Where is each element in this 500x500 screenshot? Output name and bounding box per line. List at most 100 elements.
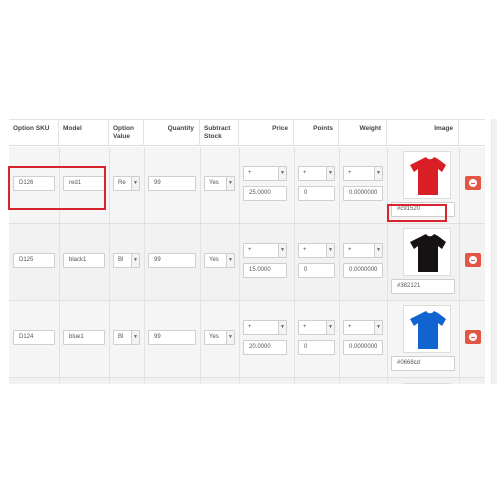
column-divider [239, 378, 240, 384]
header-action [459, 120, 485, 146]
column-divider [459, 378, 460, 384]
points-prefix-select[interactable]: + ▼ [298, 166, 335, 181]
weight-prefix-select[interactable]: + ▼ [343, 243, 383, 258]
price-input[interactable]: 20.0000 [243, 340, 287, 355]
header-price: Price [239, 120, 294, 146]
product-image-thumbnail[interactable] [403, 228, 451, 276]
column-divider [239, 301, 240, 377]
chevron-down-icon: ▼ [326, 321, 334, 334]
weight-input[interactable]: 0.0000000 [343, 340, 383, 355]
price-prefix-selected: + [248, 324, 252, 330]
column-divider [339, 147, 340, 223]
option-sku-input[interactable]: D126 [13, 176, 55, 191]
minus-circle-icon [469, 179, 477, 187]
column-divider [59, 378, 60, 384]
column-divider [109, 147, 110, 223]
subtract-stock-select[interactable]: Yes ▼ [204, 330, 235, 345]
table-row [9, 378, 485, 384]
points-prefix-selected: + [303, 247, 307, 253]
vertical-scrollbar[interactable] [491, 119, 497, 384]
header-image: Image [387, 120, 459, 146]
product-options-table: Option SKU Model Option Value Quantity S… [9, 119, 485, 384]
header-option-value: Option Value [109, 120, 144, 146]
model-input[interactable]: red1 [63, 176, 105, 191]
points-prefix-select[interactable]: + ▼ [298, 320, 335, 335]
minus-circle-icon [469, 333, 477, 341]
column-divider [387, 224, 388, 300]
chevron-down-icon: ▼ [374, 244, 382, 257]
price-prefix-select[interactable]: + ▼ [243, 166, 287, 181]
column-divider [109, 301, 110, 377]
option-value-select[interactable]: Bl ▼ [113, 330, 140, 345]
header-weight: Weight [339, 120, 387, 146]
tshirt-shape [410, 157, 446, 195]
column-divider [200, 147, 201, 223]
product-image-thumbnail[interactable] [403, 383, 451, 384]
column-divider [339, 378, 340, 384]
product-image-thumbnail[interactable] [403, 151, 451, 199]
points-prefix-select[interactable]: + ▼ [298, 243, 335, 258]
column-divider [459, 147, 460, 223]
quantity-input[interactable]: 99 [148, 330, 196, 345]
weight-prefix-select[interactable]: + ▼ [343, 166, 383, 181]
chevron-down-icon: ▼ [374, 167, 382, 180]
color-code-input[interactable]: #c91520 [391, 202, 455, 217]
remove-option-button[interactable] [465, 176, 481, 190]
column-divider [144, 147, 145, 223]
header-subtract-stock-line2: Stock [204, 133, 222, 140]
column-divider [459, 224, 460, 300]
points-input[interactable]: 0 [298, 186, 335, 201]
header-quantity: Quantity [144, 120, 200, 146]
color-code-input[interactable]: #382121 [391, 279, 455, 294]
points-input[interactable]: 0 [298, 340, 335, 355]
column-divider [144, 378, 145, 384]
subtract-stock-selected: Yes [209, 334, 219, 340]
price-prefix-select[interactable]: + ▼ [243, 320, 287, 335]
price-input[interactable]: 15.0000 [243, 263, 287, 278]
tshirt-shape [410, 234, 446, 272]
option-value-select[interactable]: Re ▼ [113, 176, 140, 191]
column-divider [387, 147, 388, 223]
option-sku-input[interactable]: D124 [13, 330, 55, 345]
header-option-sku: Option SKU [9, 120, 59, 146]
points-input[interactable]: 0 [298, 263, 335, 278]
chevron-down-icon: ▼ [226, 177, 234, 190]
option-value-select[interactable]: Bl ▼ [113, 253, 140, 268]
price-prefix-select[interactable]: + ▼ [243, 243, 287, 258]
price-prefix-selected: + [248, 247, 252, 253]
header-option-value-line2: Value [113, 133, 130, 140]
subtract-stock-select[interactable]: Yes ▼ [204, 253, 235, 268]
chevron-down-icon: ▼ [374, 321, 382, 334]
option-value-selected: Re [118, 180, 126, 186]
subtract-stock-selected: Yes [209, 257, 219, 263]
column-divider [109, 378, 110, 384]
column-divider [200, 378, 201, 384]
column-divider [387, 301, 388, 377]
weight-prefix-select[interactable]: + ▼ [343, 320, 383, 335]
black-tshirt-icon [410, 234, 446, 272]
product-image-thumbnail[interactable] [403, 305, 451, 353]
color-code-input[interactable]: #0668cd [391, 356, 455, 371]
column-divider [387, 378, 388, 384]
price-input[interactable]: 25.0000 [243, 186, 287, 201]
chevron-down-icon: ▼ [278, 244, 286, 257]
column-divider [294, 224, 295, 300]
table-row: D126 red1 Re ▼ 99 Yes ▼ + ▼ 25.0000 + ▼ 0 + ▼ 0.0000000… [9, 147, 485, 224]
option-value-selected: Bl [118, 334, 124, 340]
header-points: Points [294, 120, 339, 146]
quantity-input[interactable]: 99 [148, 253, 196, 268]
weight-prefix-selected: + [348, 324, 352, 330]
subtract-stock-select[interactable]: Yes ▼ [204, 176, 235, 191]
quantity-input[interactable]: 99 [148, 176, 196, 191]
remove-option-button[interactable] [465, 330, 481, 344]
model-input[interactable]: black1 [63, 253, 105, 268]
column-divider [339, 301, 340, 377]
model-input[interactable]: blue1 [63, 330, 105, 345]
chevron-down-icon: ▼ [226, 254, 234, 267]
remove-option-button[interactable] [465, 253, 481, 267]
weight-input[interactable]: 0.0000000 [343, 186, 383, 201]
points-prefix-selected: + [303, 170, 307, 176]
weight-input[interactable]: 0.0000000 [343, 263, 383, 278]
column-divider [59, 301, 60, 377]
option-sku-input[interactable]: D125 [13, 253, 55, 268]
